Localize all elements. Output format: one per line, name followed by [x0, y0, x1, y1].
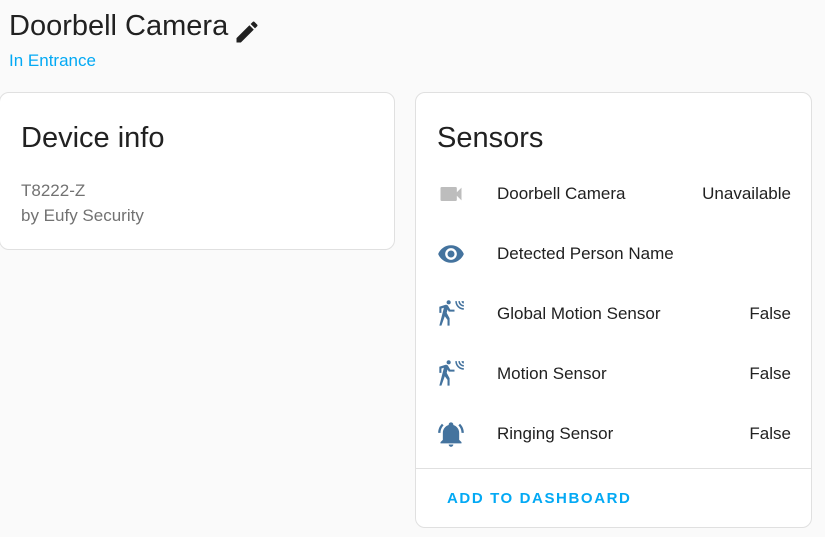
sensors-card: Sensors Doorbell Camera Unavailable Dete… [415, 92, 812, 528]
sensor-state: False [749, 304, 791, 323]
add-to-dashboard-button[interactable]: ADD TO DASHBOARD [447, 490, 632, 507]
motion-sensor-icon [437, 300, 465, 328]
sensor-row-global-motion-sensor[interactable]: Global Motion Sensor False [416, 294, 811, 334]
page-title: Doorbell Camera [9, 10, 229, 42]
device-manufacturer: by Eufy Security [21, 206, 144, 225]
area-link[interactable]: In Entrance [9, 51, 228, 71]
sensors-title: Sensors [437, 122, 544, 154]
sensor-state: False [749, 424, 791, 443]
device-model: T8222-Z [21, 181, 86, 200]
sensor-state: Unavailable [702, 184, 791, 203]
sensor-state: False [749, 364, 791, 383]
sensor-name: Detected Person Name [497, 244, 674, 263]
device-page: Doorbell Camera In Entrance Device info … [0, 0, 825, 537]
card-actions-divider [416, 468, 811, 469]
motion-sensor-icon [437, 360, 465, 388]
sensor-name: Ringing Sensor [497, 424, 614, 443]
sensor-row-doorbell-camera[interactable]: Doorbell Camera Unavailable [416, 174, 811, 214]
page-header: Doorbell Camera In Entrance [9, 8, 228, 71]
sensor-name: Global Motion Sensor [497, 304, 661, 323]
sensor-row-detected-person-name[interactable]: Detected Person Name [416, 234, 811, 274]
device-info-card: Device info T8222-Z by Eufy Security [0, 92, 395, 250]
bell-ring-icon [437, 420, 465, 448]
sensor-name: Motion Sensor [497, 364, 607, 383]
video-camera-icon [437, 180, 465, 208]
device-info-title: Device info [21, 122, 165, 154]
sensor-name: Doorbell Camera [497, 184, 626, 203]
sensor-row-ringing-sensor[interactable]: Ringing Sensor False [416, 414, 811, 454]
pencil-icon[interactable] [233, 18, 261, 46]
sensor-row-motion-sensor[interactable]: Motion Sensor False [416, 354, 811, 394]
eye-icon [437, 240, 465, 268]
